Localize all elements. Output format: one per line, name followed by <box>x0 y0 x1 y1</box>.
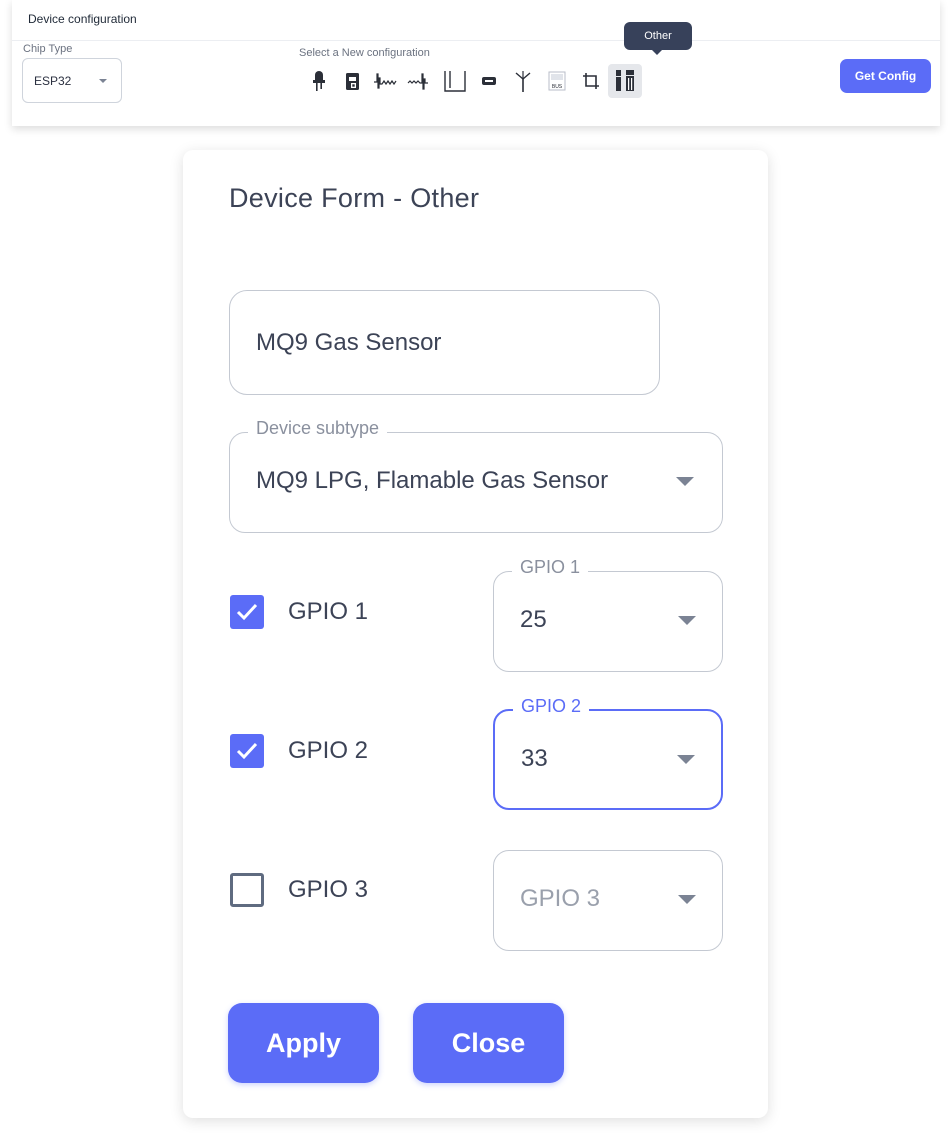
bus-icon-text: BUS <box>552 84 563 90</box>
gpio-2-label: GPIO 2 <box>288 737 369 764</box>
gpio-3-placeholder: GPIO 3 <box>520 885 601 912</box>
device-subtype-label: Device subtype <box>248 418 388 439</box>
other-tooltip: Other <box>624 22 692 55</box>
gpio-1-label: GPIO 1 <box>288 598 369 625</box>
gpio-2-select[interactable]: GPIO 2 33 <box>493 696 723 810</box>
chevron-down-icon <box>677 755 695 764</box>
gpio-2-value: 33 <box>521 745 548 772</box>
square-wave-icon[interactable] <box>438 64 472 98</box>
checkmark-icon <box>236 603 258 621</box>
chip-type-label: Chip Type <box>23 43 73 55</box>
gpio-2-checkbox[interactable] <box>230 734 264 768</box>
device-form-title: Device Form - Other <box>229 183 480 213</box>
close-button[interactable]: Close <box>413 1003 564 1083</box>
gpio-1-value: 25 <box>520 606 547 633</box>
chevron-down-icon <box>678 616 696 625</box>
chevron-down-icon <box>678 895 696 904</box>
device-name-input[interactable]: MQ9 Gas Sensor <box>229 290 660 395</box>
chip-type-select[interactable]: ESP32 <box>22 58 122 103</box>
led-icon[interactable] <box>302 64 336 98</box>
configuration-icon-row: BUS <box>302 64 642 98</box>
device-name-value: MQ9 Gas Sensor <box>256 328 442 356</box>
bus-icon[interactable]: BUS <box>540 64 574 98</box>
chevron-down-icon <box>676 477 694 486</box>
other-device-icon[interactable] <box>608 64 642 98</box>
display-icon[interactable] <box>472 64 506 98</box>
gpio-1-checkbox[interactable] <box>230 595 264 629</box>
pwm-wave-icon[interactable] <box>370 64 404 98</box>
device-subtype-value: MQ9 LPG, Flamable Gas Sensor <box>256 467 609 494</box>
gpio-3-checkbox[interactable] <box>230 873 264 907</box>
chip-type-value: ESP32 <box>34 73 72 88</box>
device-subtype-select[interactable]: Device subtype MQ9 LPG, Flamable Gas Sen… <box>229 418 723 533</box>
gpio-3-label: GPIO 3 <box>288 876 369 903</box>
checkmark-icon <box>236 742 258 760</box>
analog-wave-icon[interactable] <box>404 64 438 98</box>
device-configuration-toolbar: Device configuration Chip Type ESP32 Sel… <box>12 0 940 126</box>
relay-icon[interactable] <box>336 64 370 98</box>
toolbar-divider <box>12 40 940 41</box>
get-config-button[interactable]: Get Config <box>840 59 931 93</box>
gpio-2-select-label: GPIO 2 <box>513 696 590 717</box>
device-form-card: Device Form - Other MQ9 Gas Sensor Devic… <box>183 150 768 1118</box>
toolbar-title: Device configuration <box>28 12 137 26</box>
gpio-1-select[interactable]: GPIO 1 25 <box>493 557 723 672</box>
antenna-icon[interactable] <box>506 64 540 98</box>
chevron-down-icon <box>99 79 107 83</box>
crop-icon[interactable] <box>574 64 608 98</box>
gpio-3-select[interactable]: GPIO 3 <box>493 850 723 951</box>
apply-button[interactable]: Apply <box>228 1003 379 1083</box>
gpio-1-select-label: GPIO 1 <box>512 557 589 578</box>
select-new-configuration-label: Select a New configuration <box>299 47 430 59</box>
